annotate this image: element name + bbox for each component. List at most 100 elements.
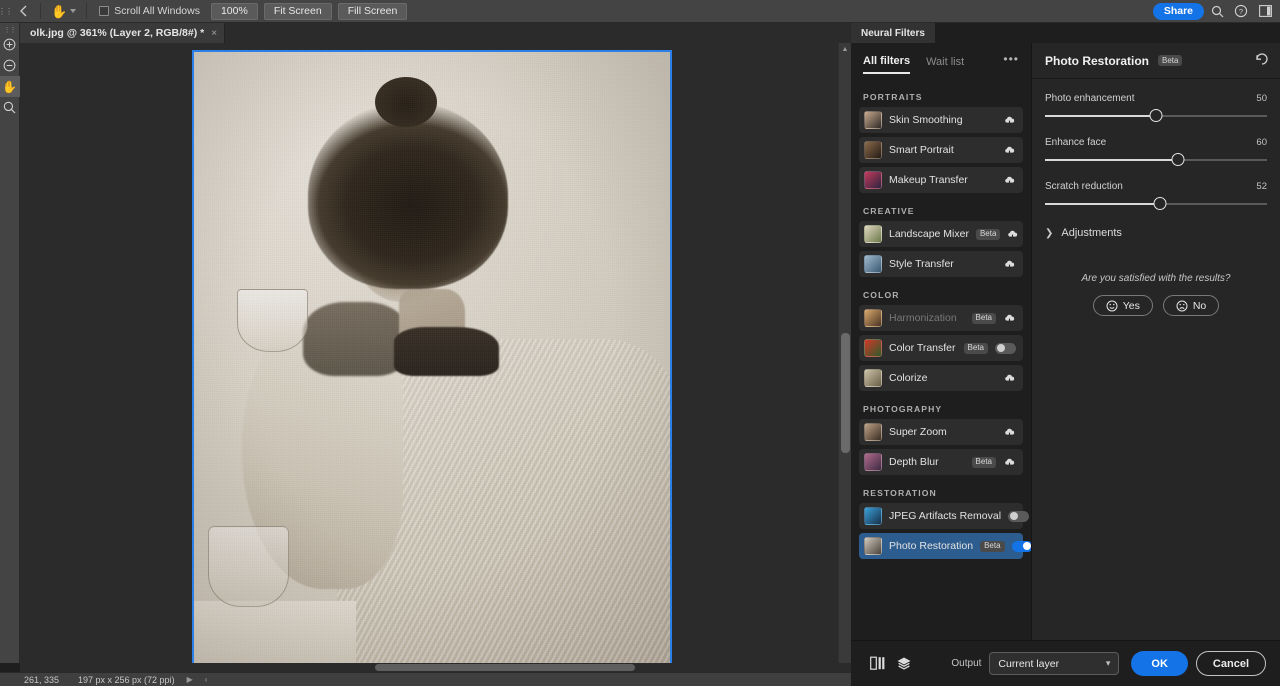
filter-item-jpeg-artifacts-removal[interactable]: JPEG Artifacts Removal: [859, 503, 1030, 529]
filter-item-style-transfer[interactable]: Style Transfer: [859, 251, 1023, 277]
zoom-tool[interactable]: [0, 97, 20, 118]
filter-item-landscape-mixer[interactable]: Landscape Mixer Beta: [859, 221, 1023, 247]
feedback-buttons: Yes No: [1045, 295, 1267, 316]
filter-label: JPEG Artifacts Removal: [889, 510, 1002, 522]
close-icon[interactable]: ×: [211, 28, 217, 39]
adjustments-disclosure[interactable]: ❯ Adjustments: [1032, 211, 1280, 239]
slider-track[interactable]: [1045, 109, 1267, 123]
filter-item-harmonization[interactable]: Harmonization Beta: [859, 305, 1023, 331]
tab-neural-filters[interactable]: Neural Filters: [851, 23, 935, 43]
scrollbar-thumb[interactable]: [375, 664, 635, 671]
panel-tab-row: Neural Filters: [851, 23, 1280, 43]
slider-scratch-reduction[interactable]: Scratch reduction 52: [1032, 167, 1280, 211]
beta-badge: Beta: [971, 312, 996, 324]
cloud-download-icon[interactable]: [1003, 115, 1016, 126]
reset-icon[interactable]: [1255, 52, 1270, 70]
filter-item-super-zoom[interactable]: Super Zoom: [859, 419, 1023, 445]
ok-button[interactable]: OK: [1131, 651, 1188, 676]
filter-settings-column: Photo Restoration Beta Photo enhancement…: [1031, 43, 1280, 686]
slider-enhance-face[interactable]: Enhance face 60: [1032, 123, 1280, 167]
canvas-area[interactable]: ▲: [20, 43, 851, 672]
chevron-down-icon[interactable]: [70, 9, 77, 13]
slider-photo-enhancement[interactable]: Photo enhancement 50: [1032, 79, 1280, 123]
filter-item-color-transfer[interactable]: Color Transfer Beta: [859, 335, 1023, 361]
fit-screen-button[interactable]: Fit Screen: [263, 2, 332, 20]
feedback-no-button[interactable]: No: [1162, 295, 1220, 316]
slider-handle[interactable]: [1171, 153, 1185, 166]
filter-thumbnail: [864, 171, 882, 189]
zoom-in-tool[interactable]: [0, 34, 20, 55]
filter-thumbnail: [864, 225, 882, 243]
options-bar-grip[interactable]: ⋮⋮: [0, 0, 13, 22]
slider-track[interactable]: [1045, 153, 1267, 167]
filter-label: Colorize: [889, 372, 928, 384]
document-tab[interactable]: olk.jpg @ 361% (Layer 2, RGB/8#) * ×: [20, 23, 226, 43]
filter-label: Style Transfer: [889, 258, 954, 270]
cloud-download-icon[interactable]: [1003, 313, 1016, 324]
feedback-section: Are you satisfied with the results? Yes …: [1032, 239, 1280, 316]
filter-thumbnail: [864, 255, 882, 273]
back-button[interactable]: [10, 0, 36, 22]
cloud-download-icon[interactable]: [1003, 175, 1016, 186]
tab-all-filters[interactable]: All filters: [863, 55, 911, 74]
cloud-download-icon[interactable]: [1003, 373, 1016, 384]
filter-item-colorize[interactable]: Colorize: [859, 365, 1023, 391]
canvas-horizontal-scrollbar[interactable]: [20, 663, 851, 672]
split-preview-icon[interactable]: [865, 651, 891, 677]
help-icon[interactable]: ?: [1230, 0, 1252, 22]
hand-tool[interactable]: ✋: [0, 76, 20, 97]
hand-icon: ✋: [2, 79, 17, 94]
filter-item-smart-portrait[interactable]: Smart Portrait: [859, 137, 1023, 163]
search-icon[interactable]: [1206, 0, 1228, 22]
output-dropdown-value: Current layer: [998, 657, 1060, 670]
zoom-out-tool[interactable]: [0, 55, 20, 76]
filter-group-title: CREATIVE: [863, 206, 915, 216]
tool-strip-grip[interactable]: ⋮⋮: [4, 26, 17, 34]
cloud-download-icon[interactable]: [1007, 229, 1018, 240]
fill-screen-button[interactable]: Fill Screen: [337, 2, 408, 20]
slider-handle[interactable]: [1149, 109, 1163, 122]
slider-track[interactable]: [1045, 197, 1267, 211]
filter-toggle[interactable]: [995, 342, 1016, 354]
status-menu-arrow[interactable]: ▶: [181, 675, 199, 684]
active-tool-hand[interactable]: ✋: [45, 0, 82, 22]
filter-item-photo-restoration[interactable]: Photo Restoration Beta: [859, 533, 1031, 559]
filter-toggle[interactable]: [1008, 510, 1030, 522]
slider-value: 52: [1256, 181, 1267, 192]
toggle-knob: [1023, 542, 1031, 550]
filter-list-column: All filters Wait list ••• PORTRAITS Skin …: [851, 43, 1031, 686]
beta-badge: Beta: [971, 456, 996, 468]
slider-handle[interactable]: [1153, 197, 1167, 210]
scroll-up-arrow[interactable]: ▲: [839, 43, 851, 55]
share-button[interactable]: Share: [1152, 2, 1204, 20]
filter-item-makeup-transfer[interactable]: Makeup Transfer: [859, 167, 1023, 193]
filter-item-skin-smoothing[interactable]: Skin Smoothing: [859, 107, 1023, 133]
scrollbar-thumb[interactable]: [841, 333, 850, 453]
workspace-icon[interactable]: [1254, 0, 1276, 22]
filter-item-depth-blur[interactable]: Depth Blur Beta: [859, 449, 1023, 475]
cancel-button[interactable]: Cancel: [1195, 651, 1266, 676]
output-dropdown[interactable]: Current layer ▾: [989, 652, 1120, 675]
filter-group-title: PORTRAITS: [863, 92, 923, 102]
cloud-download-icon[interactable]: [1003, 457, 1016, 468]
tab-wait-list[interactable]: Wait list: [926, 56, 964, 73]
cloud-download-icon[interactable]: [1003, 427, 1016, 438]
settings-title: Photo Restoration: [1045, 53, 1149, 68]
filter-thumbnail: [864, 453, 882, 471]
more-options-icon[interactable]: •••: [1003, 52, 1019, 66]
cloud-download-icon[interactable]: [1003, 259, 1016, 270]
output-label: Output: [951, 658, 982, 669]
zoom-100-button[interactable]: 100%: [210, 2, 258, 20]
options-bar-right: Share ?: [1152, 0, 1276, 22]
filter-thumbnail: [864, 141, 882, 159]
filter-toggle[interactable]: [1011, 540, 1031, 552]
cloud-download-icon[interactable]: [1003, 145, 1016, 156]
canvas-vertical-scrollbar[interactable]: ▲: [838, 43, 851, 672]
image-canvas[interactable]: [192, 50, 672, 672]
scroll-all-windows-checkbox[interactable]: Scroll All Windows: [91, 5, 208, 17]
status-resize-grip[interactable]: ‹: [199, 675, 214, 684]
feedback-yes-button[interactable]: Yes: [1092, 295, 1153, 316]
filter-label: Photo Restoration: [889, 540, 974, 552]
divider: [40, 3, 41, 19]
layers-icon[interactable]: [891, 651, 917, 677]
